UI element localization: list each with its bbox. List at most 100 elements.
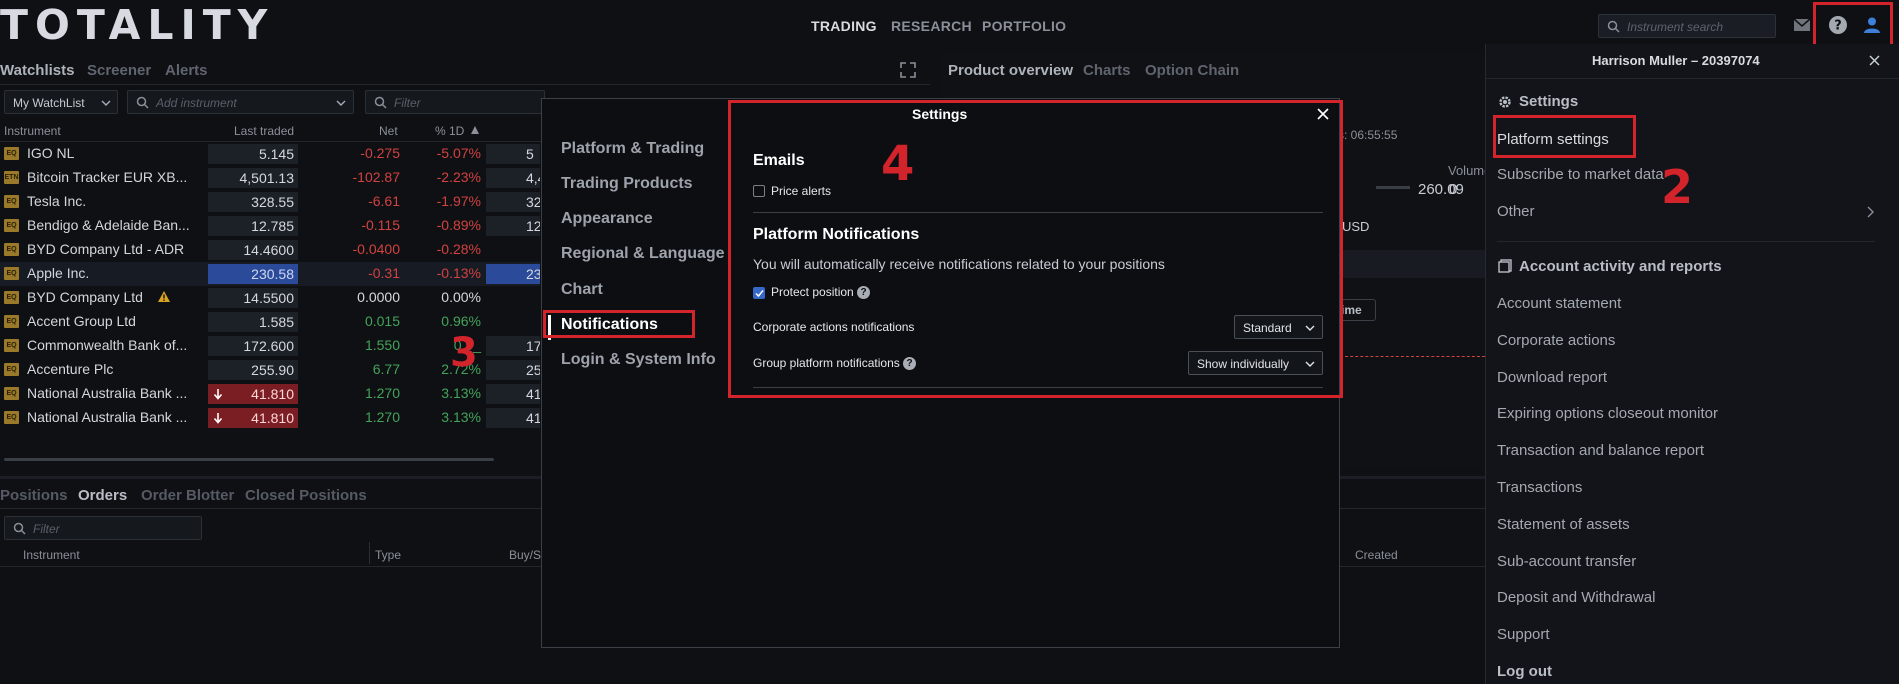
account-link-corporate-actions[interactable]: Corporate actions bbox=[1497, 332, 1615, 349]
table-row[interactable]: ETN Bitcoin Tracker EUR XB... 4,501.13 -102… bbox=[0, 166, 540, 190]
topnav-portfolio[interactable]: PORTFOLIO bbox=[982, 18, 1066, 34]
last-traded-price: 5.145 bbox=[208, 144, 298, 164]
watchlist-selector[interactable]: My WatchList bbox=[4, 90, 118, 114]
other-settings-link[interactable]: Other bbox=[1497, 203, 1535, 220]
percent-change: -0.13% bbox=[436, 265, 481, 281]
instrument-name: Bendigo & Adelaide Ban... bbox=[27, 217, 190, 233]
table-row[interactable]: EQ National Australia Bank ... 41.810 1.270… bbox=[0, 382, 540, 406]
account-link-transaction-and-balance-report[interactable]: Transaction and balance report bbox=[1497, 442, 1704, 459]
instrument-type-icon: ETN bbox=[4, 171, 19, 184]
percent-change: -0.28% bbox=[436, 241, 481, 257]
annotation-box-2 bbox=[1493, 115, 1636, 158]
divider bbox=[0, 84, 930, 85]
mail-icon[interactable] bbox=[1793, 18, 1811, 32]
settings-nav-chart[interactable]: Chart bbox=[561, 281, 603, 299]
net-change: 6.77 bbox=[372, 361, 400, 377]
add-instrument-input[interactable]: Add instrument bbox=[127, 90, 354, 114]
tab-screener[interactable]: Screener bbox=[87, 62, 151, 79]
annotation-number-4: 4 bbox=[881, 136, 915, 192]
add-instrument-placeholder: Add instrument bbox=[156, 96, 237, 110]
price-alerts-checkbox[interactable] bbox=[753, 185, 765, 197]
table-row[interactable]: EQ BYD Company Ltd - ADR 14.4600 -0.0400 -0.… bbox=[0, 238, 540, 262]
tab-order-blotter[interactable]: Order Blotter bbox=[141, 487, 234, 504]
protect-position-checkbox[interactable] bbox=[753, 287, 765, 299]
table-row[interactable]: EQ Tesla Inc. 328.55 -6.61 -1.97% 32 bbox=[0, 190, 540, 214]
account-activity-heading: Account activity and reports bbox=[1519, 258, 1722, 275]
chevron-right-icon bbox=[1867, 206, 1874, 218]
protect-position-label: Protect position ? bbox=[771, 285, 871, 300]
help-icon[interactable]: ? bbox=[903, 357, 917, 371]
orders-header-instrument[interactable]: Instrument bbox=[23, 548, 80, 562]
instrument-type-icon: EQ bbox=[4, 291, 19, 304]
instrument-type-icon: EQ bbox=[4, 147, 19, 160]
column-header-instrument[interactable]: Instrument bbox=[4, 124, 61, 138]
table-row[interactable]: EQ Apple Inc. 230.58 -0.31 -0.13% 23 bbox=[0, 262, 540, 286]
net-change: -0.275 bbox=[360, 145, 400, 161]
tab-orders[interactable]: Orders bbox=[78, 487, 127, 504]
group-notifications-select[interactable]: Show individually bbox=[1188, 351, 1323, 375]
log-out-link[interactable]: Log out bbox=[1497, 663, 1552, 680]
topnav-trading[interactable]: TRADING bbox=[811, 18, 877, 34]
annotation-number-2: 2 bbox=[1661, 160, 1694, 214]
tab-charts[interactable]: Charts bbox=[1083, 62, 1131, 79]
account-link-expiring-options-closeout-monitor[interactable]: Expiring options closeout monitor bbox=[1497, 405, 1718, 422]
bid-price: 172 bbox=[486, 336, 540, 356]
divider bbox=[1497, 241, 1875, 242]
percent-change: -0.89% bbox=[436, 217, 481, 233]
settings-nav-appearance[interactable]: Appearance bbox=[561, 210, 653, 228]
table-row[interactable]: EQ National Australia Bank ... 41.810 1.270… bbox=[0, 406, 540, 430]
search-icon bbox=[374, 96, 387, 109]
column-header-net[interactable]: Net bbox=[379, 124, 398, 138]
settings-nav-regional-language[interactable]: Regional & Language bbox=[561, 245, 725, 263]
close-icon[interactable] bbox=[1869, 55, 1880, 66]
column-header-pct[interactable]: % 1D bbox=[435, 124, 464, 138]
annotation-box-3 bbox=[543, 310, 695, 338]
instrument-name: Accent Group Ltd bbox=[27, 313, 136, 329]
table-row[interactable]: EQ BYD Company Ltd 14.5500 0.0000 0.00% bbox=[0, 286, 540, 310]
tab-product-overview[interactable]: Product overview bbox=[948, 62, 1073, 79]
watchlist-filter-input[interactable]: Filter bbox=[365, 90, 545, 114]
instrument-type-icon: EQ bbox=[4, 387, 19, 400]
help-icon[interactable]: ? bbox=[857, 286, 871, 300]
tab-watchlists[interactable]: Watchlists bbox=[0, 62, 74, 79]
settings-nav-platform-trading[interactable]: Platform & Trading bbox=[561, 140, 704, 158]
account-link-account-statement[interactable]: Account statement bbox=[1497, 295, 1621, 312]
table-row[interactable]: EQ IGO NL 5.145 -0.275 -5.07% 5 bbox=[0, 142, 540, 166]
tab-positions[interactable]: Positions bbox=[0, 487, 68, 504]
topnav-research[interactable]: RESEARCH bbox=[891, 18, 972, 34]
tab-alerts[interactable]: Alerts bbox=[165, 62, 208, 79]
account-link-transactions[interactable]: Transactions bbox=[1497, 479, 1582, 496]
arrow-down-icon bbox=[213, 389, 223, 400]
orders-filter-input[interactable]: Filter bbox=[4, 516, 202, 540]
last-traded-price: 328.55 bbox=[208, 192, 298, 212]
table-row[interactable]: EQ Bendigo & Adelaide Ban... 12.785 -0.115 -… bbox=[0, 214, 540, 238]
expand-icon[interactable] bbox=[900, 62, 916, 78]
price-line bbox=[1340, 356, 1485, 357]
instrument-search-input[interactable]: Instrument search bbox=[1598, 14, 1776, 38]
settings-nav-login-system-info[interactable]: Login & System Info bbox=[561, 351, 716, 369]
corporate-actions-select[interactable]: Standard bbox=[1234, 315, 1323, 339]
settings-nav-trading-products[interactable]: Trading Products bbox=[561, 175, 693, 193]
orders-header-type[interactable]: Type bbox=[375, 548, 401, 562]
subscribe-market-data-link[interactable]: Subscribe to market data bbox=[1497, 166, 1664, 183]
corporate-actions-label: Corporate actions notifications bbox=[753, 320, 915, 334]
group-notifications-label: Group platform notifications ? bbox=[753, 356, 917, 371]
price-alerts-label: Price alerts bbox=[771, 184, 832, 198]
account-link-support[interactable]: Support bbox=[1497, 626, 1550, 643]
checkmark-icon bbox=[755, 290, 764, 298]
account-link-sub-account-transfer[interactable]: Sub-account transfer bbox=[1497, 553, 1636, 570]
search-icon bbox=[13, 522, 26, 535]
price-range-bar bbox=[1376, 186, 1410, 189]
account-link-download-report[interactable]: Download report bbox=[1497, 369, 1607, 386]
orders-header-buysell[interactable]: Buy/S bbox=[509, 548, 541, 562]
instrument-name: Bitcoin Tracker EUR XB... bbox=[27, 169, 188, 185]
account-link-statement-of-assets[interactable]: Statement of assets bbox=[1497, 516, 1630, 533]
horizontal-scrollbar[interactable] bbox=[4, 458, 494, 461]
warning-icon bbox=[158, 291, 170, 302]
tab-option-chain[interactable]: Option Chain bbox=[1145, 62, 1239, 79]
bid-price: 41 bbox=[486, 384, 540, 404]
orders-header-created[interactable]: Created bbox=[1355, 548, 1398, 562]
column-header-last-traded[interactable]: Last traded bbox=[234, 124, 294, 138]
tab-closed-positions[interactable]: Closed Positions bbox=[245, 487, 367, 504]
account-link-deposit-and-withdrawal[interactable]: Deposit and Withdrawal bbox=[1497, 589, 1655, 606]
